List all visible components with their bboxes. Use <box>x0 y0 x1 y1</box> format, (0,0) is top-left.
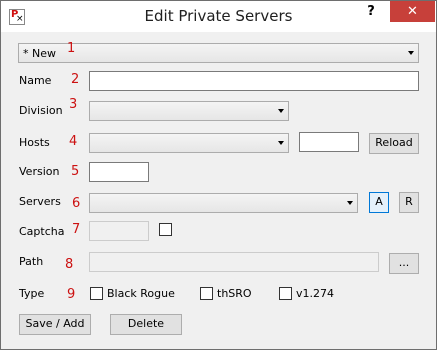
black-rogue-checkbox[interactable] <box>90 287 103 300</box>
marker-1: 1 <box>67 41 76 56</box>
hosts-extra-input[interactable] <box>299 132 359 152</box>
browse-path-button[interactable]: ... <box>389 253 419 274</box>
marker-2: 2 <box>71 72 80 87</box>
delete-button[interactable]: Delete <box>110 314 182 335</box>
chevron-down-icon <box>278 109 284 113</box>
server-select-value: * New <box>23 47 56 60</box>
servers-r-button[interactable]: R <box>399 192 419 213</box>
servers-a-button[interactable]: A <box>369 192 389 213</box>
marker-7: 7 <box>72 222 81 237</box>
close-button[interactable]: ✕ <box>390 1 435 22</box>
server-select[interactable]: * New <box>18 43 419 63</box>
version-input[interactable] <box>89 162 149 182</box>
version-label: Version <box>19 165 60 178</box>
help-button[interactable]: ? <box>363 4 379 22</box>
captcha-label: Captcha <box>19 225 65 238</box>
thsro-checkbox[interactable] <box>200 287 213 300</box>
chevron-down-icon <box>408 51 414 55</box>
marker-4: 4 <box>69 134 78 149</box>
servers-select[interactable] <box>89 193 358 213</box>
type-label: Type <box>19 287 45 300</box>
marker-6: 6 <box>72 196 81 211</box>
captcha-checkbox[interactable] <box>159 223 172 236</box>
hosts-label: Hosts <box>19 136 50 149</box>
marker-9: 9 <box>67 287 76 302</box>
thsro-label: thSRO <box>217 287 252 300</box>
chevron-down-icon <box>347 201 353 205</box>
hosts-select[interactable] <box>89 133 289 153</box>
marker-5: 5 <box>71 164 80 179</box>
title-bar: P × Edit Private Servers ? ✕ <box>1 1 436 32</box>
path-input[interactable] <box>89 252 379 272</box>
path-label: Path <box>19 255 44 268</box>
name-label: Name <box>19 74 52 87</box>
division-select[interactable] <box>89 101 289 121</box>
edit-private-servers-window: P × Edit Private Servers ? ✕ * New 1 Name… <box>0 0 437 350</box>
v1274-checkbox[interactable] <box>279 287 292 300</box>
reload-button[interactable]: Reload <box>369 133 419 154</box>
v1274-label: v1.274 <box>296 287 335 300</box>
chevron-down-icon <box>278 141 284 145</box>
marker-3: 3 <box>69 97 78 112</box>
save-add-button[interactable]: Save / Add <box>19 314 91 335</box>
black-rogue-label: Black Rogue <box>107 287 175 300</box>
servers-label: Servers <box>19 195 61 208</box>
marker-8: 8 <box>65 257 74 272</box>
name-input[interactable] <box>89 71 419 91</box>
captcha-input[interactable] <box>89 221 149 241</box>
division-label: Division <box>19 104 63 117</box>
